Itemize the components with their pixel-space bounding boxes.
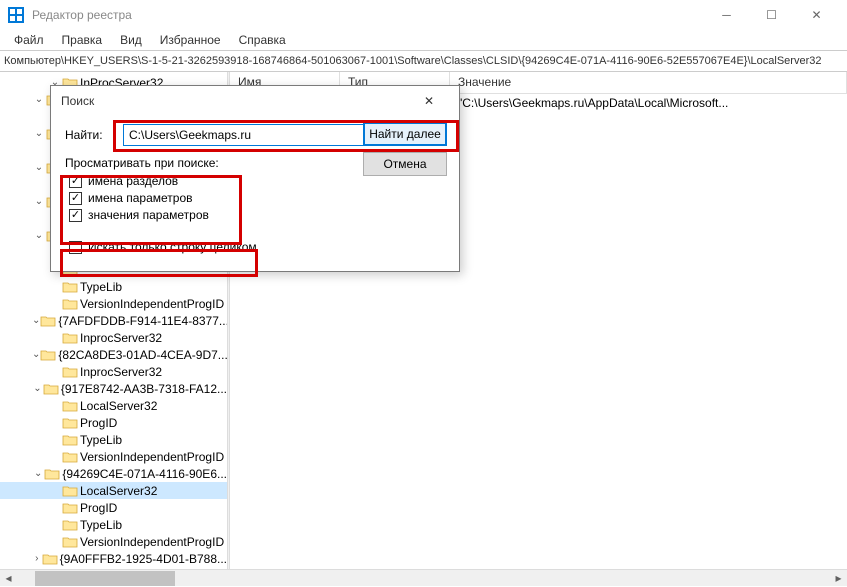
tree-item-label: TypeLib: [80, 518, 122, 532]
chevron-down-icon[interactable]: ⌄: [32, 196, 46, 207]
tree-item-label: VersionIndependentProgID: [80, 450, 224, 464]
chevron-down-icon[interactable]: ⌄: [32, 128, 46, 139]
chevron-down-icon[interactable]: ⌄: [32, 383, 43, 394]
tree-item[interactable]: ·ProgID: [0, 414, 227, 431]
tree-item[interactable]: ⌄ {917E8742-AA3B-7318-FA12...: [0, 380, 227, 397]
dialog-title: Поиск: [61, 94, 94, 108]
option-label: имена параметров: [88, 191, 193, 205]
dialog-close-button[interactable]: ✕: [409, 94, 449, 108]
lookat-option[interactable]: имена разделов: [69, 174, 445, 188]
tree-item-label: LocalServer32: [80, 484, 157, 498]
tree-item-label: TypeLib: [80, 433, 122, 447]
folder-icon: [62, 297, 78, 311]
menu-favorites[interactable]: Избранное: [152, 31, 229, 49]
find-next-button[interactable]: Найти далее: [363, 122, 447, 146]
address-bar[interactable]: Компьютер\HKEY_USERS\S-1-5-21-3262593918…: [0, 50, 847, 72]
col-value[interactable]: Значение: [450, 72, 847, 93]
folder-icon: [62, 535, 78, 549]
chevron-down-icon[interactable]: ⌄: [32, 162, 46, 173]
app-icon: [8, 7, 24, 23]
folder-icon: [62, 399, 78, 413]
folder-icon: [40, 314, 56, 328]
tree-item-label: {7AFDFDDB-F914-11E4-8377...: [58, 314, 227, 328]
tree-item[interactable]: ·ProgID: [0, 499, 227, 516]
checkbox-icon: [69, 209, 82, 222]
menu-edit[interactable]: Правка: [54, 31, 111, 49]
tree-item-label: TypeLib: [80, 280, 122, 294]
chevron-down-icon[interactable]: ⌄: [32, 315, 40, 326]
minimize-button[interactable]: ─: [704, 0, 749, 30]
find-label: Найти:: [65, 128, 113, 142]
folder-icon: [42, 552, 58, 566]
folder-icon: [62, 484, 78, 498]
chevron-down-icon[interactable]: ⌄: [32, 230, 46, 241]
lookat-option[interactable]: значения параметров: [69, 208, 445, 222]
titlebar: Редактор реестра ─ ☐ ✕: [0, 0, 847, 30]
checkbox-icon: [69, 175, 82, 188]
whole-string-checkbox[interactable]: Искать только строку целиком: [69, 240, 445, 254]
scroll-right-button[interactable]: ▸: [830, 570, 847, 587]
tree-item[interactable]: ·TypeLib: [0, 431, 227, 448]
tree-item[interactable]: ·VersionIndependentProgID: [0, 295, 227, 312]
tree-item-label: {9A0FFFB2-1925-4D01-B788...: [60, 552, 227, 566]
tree-item-label: ProgID: [80, 501, 117, 515]
option-label: значения параметров: [88, 208, 209, 222]
tree-item[interactable]: › {9A0FFFB2-1925-4D01-B788...: [0, 550, 227, 567]
option-label: имена разделов: [88, 174, 178, 188]
tree-item[interactable]: ·VersionIndependentProgID: [0, 533, 227, 550]
tree-item-label: {94269C4E-071A-4116-90E6...: [62, 467, 227, 481]
folder-icon: [62, 518, 78, 532]
checkbox-icon: [69, 192, 82, 205]
chevron-down-icon[interactable]: ⌄: [32, 468, 44, 479]
tree-item-label: InprocServer32: [80, 331, 162, 345]
folder-icon: [62, 501, 78, 515]
cancel-button[interactable]: Отмена: [363, 152, 447, 176]
chevron-down-icon[interactable]: ⌄: [32, 94, 46, 105]
tree-item-label: LocalServer32: [80, 399, 157, 413]
chevron-right-icon[interactable]: ›: [32, 553, 42, 564]
tree-item[interactable]: ·TypeLib: [0, 278, 227, 295]
menubar: Файл Правка Вид Избранное Справка: [0, 30, 847, 50]
menu-help[interactable]: Справка: [231, 31, 294, 49]
tree-item[interactable]: ·LocalServer32: [0, 482, 227, 499]
tree-item[interactable]: ·VersionIndependentProgID: [0, 448, 227, 465]
folder-icon: [62, 365, 78, 379]
close-button[interactable]: ✕: [794, 0, 839, 30]
folder-icon: [62, 416, 78, 430]
folder-icon: [62, 433, 78, 447]
folder-icon: [40, 348, 56, 362]
lookat-option[interactable]: имена параметров: [69, 191, 445, 205]
tree-item[interactable]: ·LocalServer32: [0, 397, 227, 414]
scroll-left-button[interactable]: ◂: [0, 570, 17, 587]
tree-item-label: InprocServer32: [80, 365, 162, 379]
folder-icon: [62, 331, 78, 345]
scroll-thumb[interactable]: [35, 571, 175, 586]
tree-item[interactable]: ·InprocServer32: [0, 363, 227, 380]
tree-item[interactable]: ⌄ {82CA8DE3-01AD-4CEA-9D7...: [0, 346, 227, 363]
value-cell: "C:\Users\Geekmaps.ru\AppData\Local\Micr…: [450, 96, 847, 110]
find-dialog: Поиск ✕ Найти: Просматривать при поиске:…: [50, 85, 460, 272]
maximize-button[interactable]: ☐: [749, 0, 794, 30]
tree-item[interactable]: ⌄ {7AFDFDDB-F914-11E4-8377...: [0, 312, 227, 329]
tree-item[interactable]: ⌄ {94269C4E-071A-4116-90E6...: [0, 465, 227, 482]
menu-view[interactable]: Вид: [112, 31, 150, 49]
chevron-down-icon[interactable]: ⌄: [32, 349, 40, 360]
tree-item-label: {82CA8DE3-01AD-4CEA-9D7...: [58, 348, 227, 362]
tree-item[interactable]: ·TypeLib: [0, 516, 227, 533]
tree-item[interactable]: ·InprocServer32: [0, 329, 227, 346]
window-title: Редактор реестра: [32, 8, 132, 22]
tree-item-label: {917E8742-AA3B-7318-FA12...: [61, 382, 227, 396]
whole-string-label: Искать только строку целиком: [88, 240, 257, 254]
tree-item-label: VersionIndependentProgID: [80, 535, 224, 549]
folder-icon: [62, 450, 78, 464]
tree-item-label: ProgID: [80, 416, 117, 430]
folder-icon: [44, 467, 60, 481]
menu-file[interactable]: Файл: [6, 31, 52, 49]
folder-icon: [43, 382, 59, 396]
tree-item-label: VersionIndependentProgID: [80, 297, 224, 311]
horizontal-scrollbar[interactable]: ◂ ▸: [0, 569, 847, 586]
folder-icon: [62, 280, 78, 294]
checkbox-icon: [69, 241, 82, 254]
